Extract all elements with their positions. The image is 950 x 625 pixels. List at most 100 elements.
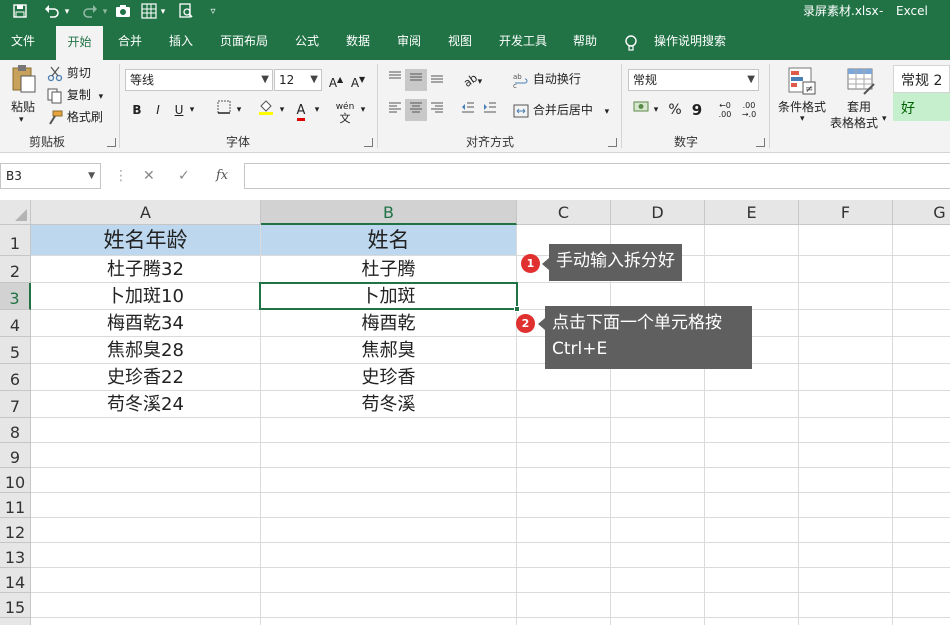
save-icon[interactable] [10,3,30,21]
align-left-button[interactable] [384,99,406,121]
format-as-table-button[interactable]: 套用 表格格式 ▾ [830,64,890,130]
cell-a1[interactable]: 姓名年龄 [31,225,261,256]
conditional-formatting-button[interactable]: ≠ 条件格式 ▾ [774,64,830,130]
alignment-launcher[interactable] [608,138,617,147]
row-header-15[interactable]: 15 [0,593,31,618]
column-header-d[interactable]: D [611,200,705,225]
cell-a4[interactable]: 梅酉乾34 [31,310,261,337]
cell-b4[interactable]: 梅酉乾 [261,310,517,337]
cancel-icon[interactable]: ✕ [143,167,155,185]
fill-handle[interactable] [514,306,520,312]
tab-review[interactable]: 审阅 [388,25,430,60]
decrease-decimal-button[interactable]: .00 →.0 [738,99,760,121]
tab-formulas[interactable]: 公式 [286,25,328,60]
customize-qat-icon[interactable]: ▿ [206,3,220,21]
align-middle-button[interactable] [405,69,427,91]
cell-b7[interactable]: 苟冬溪 [261,391,517,418]
row-header-9[interactable]: 9 [0,443,31,468]
format-painter-button[interactable]: 格式刷 [47,108,103,126]
fill-color-dropdown-icon[interactable]: ▾ [276,99,288,121]
fill-color-button[interactable] [255,99,277,121]
percent-button[interactable]: % [664,99,686,121]
font-launcher[interactable] [364,138,373,147]
column-header-b[interactable]: B [261,200,517,225]
row-header-14[interactable]: 14 [0,568,31,593]
redo-dropdown-icon[interactable]: ▾ [100,3,110,21]
tab-home[interactable]: 开始 [56,25,103,60]
paste-button[interactable]: 粘贴 ▾ [9,64,39,128]
camera-icon[interactable] [113,3,133,21]
decrease-font-button[interactable]: A▼ [347,69,369,91]
tab-page-layout[interactable]: 页面布局 [212,25,276,60]
row-header-4[interactable]: 4 [0,310,31,337]
insert-function-icon[interactable]: fx [216,167,228,185]
style-good[interactable]: 好 [893,93,950,121]
font-name-select[interactable]: 等线 ▼ [125,69,273,91]
cell-b5[interactable]: 焦郝臭 [261,337,517,364]
tab-insert[interactable]: 插入 [159,25,203,60]
font-color-button[interactable]: A [290,99,312,121]
column-header-f[interactable]: F [799,200,893,225]
tab-merge[interactable]: 合并 [108,25,152,60]
print-preview-icon[interactable] [176,3,196,21]
row-header-8[interactable]: 8 [0,418,31,443]
cell-a2[interactable]: 杜子腾32 [31,256,261,283]
formula-input[interactable] [244,163,950,189]
borders-dropdown-icon[interactable]: ▾ [233,99,245,121]
borders-button[interactable] [213,99,235,121]
merge-center-button[interactable]: 合并后居中 ▾ [513,101,609,121]
align-right-button[interactable] [426,99,448,121]
tab-developer[interactable]: 开发工具 [490,25,556,60]
bold-button[interactable]: B [126,99,148,121]
row-header-1[interactable]: 1 [0,225,31,256]
font-color-dropdown-icon[interactable]: ▾ [311,99,323,121]
row-header-6[interactable]: 6 [0,364,31,391]
phonetic-dropdown-icon[interactable]: ▾ [357,99,369,121]
cell-b6[interactable]: 史珍香 [261,364,517,391]
row-header-11[interactable]: 11 [0,493,31,518]
style-normal-2[interactable]: 常规 2 [893,65,950,93]
grid-dropdown-icon[interactable]: ▾ [158,3,168,21]
align-bottom-button[interactable] [426,69,448,91]
row-header-10[interactable]: 10 [0,468,31,493]
row-header-2[interactable]: 2 [0,256,31,283]
cell-b1[interactable]: 姓名 [261,225,517,256]
increase-font-button[interactable]: A▲ [325,69,347,91]
orientation-button[interactable]: ab▾ [458,69,488,91]
cell-a5[interactable]: 焦郝臭28 [31,337,261,364]
enter-icon[interactable]: ✓ [178,167,190,185]
cell-a6[interactable]: 史珍香22 [31,364,261,391]
cell-a7[interactable]: 苟冬溪24 [31,391,261,418]
number-launcher[interactable] [756,138,765,147]
tab-help[interactable]: 帮助 [564,25,606,60]
increase-decimal-button[interactable]: ←0.00 [714,99,736,121]
column-header-c[interactable]: C [517,200,611,225]
tab-data[interactable]: 数据 [336,25,380,60]
redo-icon[interactable] [80,3,100,21]
tab-view[interactable]: 视图 [439,25,481,60]
grid-icon[interactable] [139,3,159,21]
row-header-7[interactable]: 7 [0,391,31,418]
currency-button[interactable] [630,99,652,121]
wrap-text-button[interactable]: ab c 自动换行 [513,70,581,90]
phonetic-button[interactable]: wén 文 [333,99,357,125]
undo-icon[interactable] [42,3,62,21]
comma-style-button[interactable]: 9 [686,99,708,121]
row-header-13[interactable]: 13 [0,543,31,568]
select-all-button[interactable] [0,200,31,225]
copy-button[interactable]: 复制 ▾ [47,86,103,106]
align-top-button[interactable] [384,69,406,91]
row-header-3[interactable]: 3 [0,283,31,310]
cell-a3[interactable]: 卜加斑10 [31,283,261,310]
row-header-5[interactable]: 5 [0,337,31,364]
row-header-16[interactable] [0,618,31,625]
cut-button[interactable]: 剪切 [47,64,91,82]
tab-file[interactable]: 文件 [0,25,46,60]
column-header-a[interactable]: A [31,200,261,225]
italic-button[interactable]: I [147,99,169,121]
currency-dropdown-icon[interactable]: ▾ [650,99,662,121]
number-format-select[interactable]: 常规 ▼ [628,69,759,91]
column-header-g[interactable]: G [893,200,950,225]
increase-indent-button[interactable] [479,99,501,121]
font-size-select[interactable]: 12 ▼ [274,69,322,91]
